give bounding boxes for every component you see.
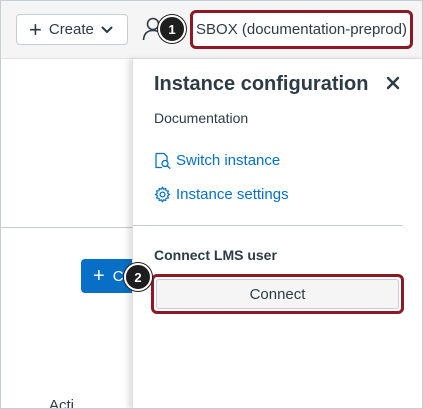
app-frame: + Create 1 SBOX (documentation-preprod) …: [0, 0, 423, 409]
chevron-down-icon: [101, 26, 113, 33]
callout-badge-2: 2: [124, 263, 152, 291]
top-toolbar: + Create 1 SBOX (documentation-preprod): [1, 1, 422, 59]
panel-title: Instance configuration: [154, 73, 369, 95]
switch-instance-link[interactable]: Switch instance: [154, 152, 280, 169]
connect-button-label: Connect: [156, 279, 399, 309]
instance-settings-link[interactable]: Instance settings: [154, 186, 289, 203]
gear-icon: [154, 186, 171, 203]
connect-lms-user-heading: Connect LMS user: [154, 247, 277, 263]
switch-instance-label: Switch instance: [176, 152, 281, 169]
panel-divider: [133, 225, 403, 226]
instance-selector-button[interactable]: SBOX (documentation-preprod): [190, 10, 413, 49]
create-button[interactable]: + Create: [16, 14, 128, 45]
callout-badge-1: 1: [158, 15, 186, 43]
plus-icon: +: [93, 265, 105, 287]
instance-name: Documentation: [154, 110, 249, 126]
create-button-label: Create: [48, 21, 94, 38]
connect-button[interactable]: Connect: [151, 274, 404, 314]
instance-settings-label: Instance settings: [176, 186, 289, 203]
close-icon[interactable]: [384, 74, 402, 92]
search-document-icon: [155, 152, 171, 169]
background-divider: [1, 227, 132, 228]
truncated-text-fragment: Acti: [49, 397, 75, 409]
instance-configuration-panel: Instance configuration Documentation Swi…: [132, 59, 422, 408]
plus-icon: +: [29, 16, 42, 42]
add-button-label-fragment: C: [112, 267, 124, 285]
